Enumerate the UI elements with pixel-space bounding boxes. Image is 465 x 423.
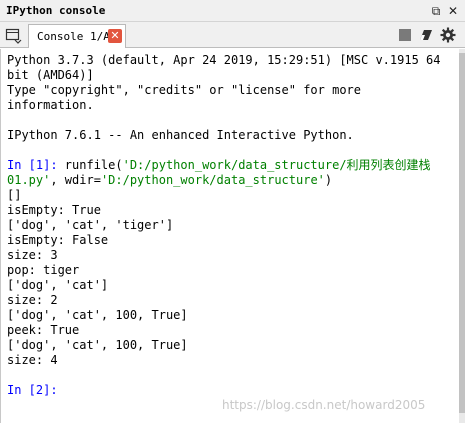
close-pane-icon[interactable]: ✕: [445, 3, 461, 19]
output-line: isEmpty: True: [7, 203, 101, 217]
code-text: , wdir=: [50, 173, 101, 187]
tab-close-icon[interactable]: ✕: [108, 29, 122, 43]
watermark: https://blog.csdn.net/howard2005: [222, 398, 426, 412]
stop-icon[interactable]: [397, 27, 413, 43]
output-line: ['dog', 'cat', 100, True]: [7, 308, 188, 322]
output-line: pop: tiger: [7, 263, 80, 277]
banner-line: Python 3.7.3 (default, Apr 24 2019, 15:2…: [7, 53, 441, 67]
undock-icon[interactable]: ⧉: [428, 3, 444, 19]
code-string: 'D:/python_work/data_structure': [100, 173, 325, 187]
input-line-1: In [1]: runfile('D:/python_work/data_str…: [7, 158, 431, 173]
banner-line: IPython 7.6.1 -- An enhanced Interactive…: [7, 128, 354, 142]
output-line: size: 3: [7, 248, 58, 262]
code-string: 'D:/python_work/data_structure/利用列表创建栈: [122, 158, 431, 172]
output-line: ['dog', 'cat', 'tiger']: [7, 218, 174, 232]
tab-console-1a[interactable]: Console 1/A ✕: [28, 24, 126, 48]
input-line-1-cont: 01.py', wdir='D:/python_work/data_struct…: [7, 173, 332, 188]
eraser-icon[interactable]: [418, 27, 434, 43]
output-line: ['dog', 'cat']: [7, 278, 109, 292]
output-line: ['dog', 'cat', 100, True]: [7, 338, 188, 352]
code-string: 01.py': [7, 173, 51, 187]
vertical-scrollbar[interactable]: [459, 49, 465, 423]
input-prompt: In [1]:: [7, 158, 65, 172]
output-line: []: [7, 188, 22, 202]
banner-line: Type "copyright", "credits" or "license"…: [7, 83, 362, 97]
output-line: size: 4: [7, 353, 58, 367]
tab-bar: Console 1/A ✕: [0, 22, 465, 48]
output-line: peek: True: [7, 323, 80, 337]
code-text: runfile(: [64, 158, 123, 172]
banner-line: information.: [7, 98, 94, 112]
browse-tabs-icon[interactable]: [5, 26, 23, 44]
pane-title: IPython console: [6, 4, 106, 17]
banner-line: bit (AMD64)]: [7, 68, 94, 82]
tab-label: Console 1/A: [37, 30, 110, 43]
scrollbar-thumb[interactable]: [459, 53, 465, 413]
console-output-area[interactable]: Python 3.7.3 (default, Apr 24 2019, 15:2…: [0, 49, 459, 423]
gear-icon[interactable]: [440, 27, 456, 43]
pane-title-bar: IPython console ⧉ ✕: [0, 0, 465, 22]
output-line: isEmpty: False: [7, 233, 109, 247]
code-text: ): [324, 173, 333, 187]
output-line: size: 2: [7, 293, 58, 307]
input-prompt-2[interactable]: In [2]:: [7, 383, 58, 398]
